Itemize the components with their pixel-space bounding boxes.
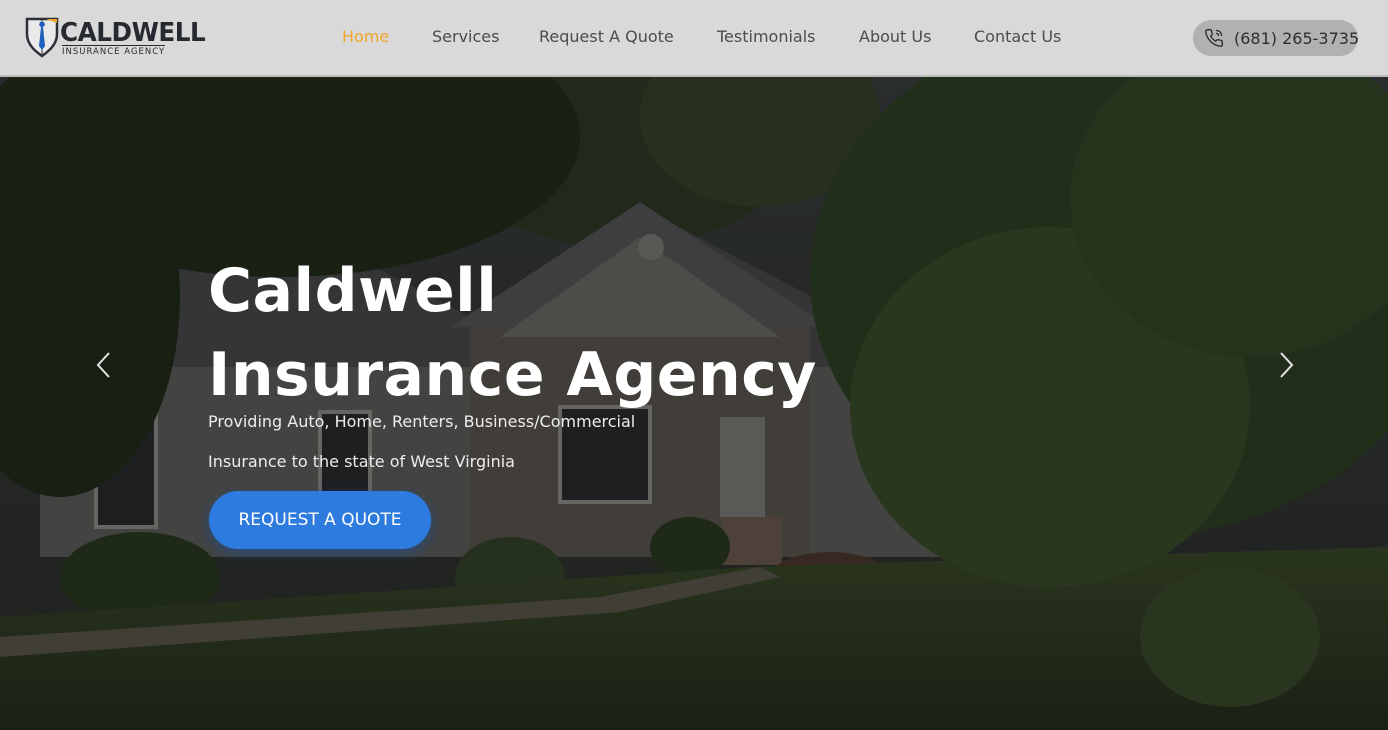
chevron-right-icon[interactable] bbox=[1276, 350, 1296, 380]
hero-subtitle-line-1: Providing Auto, Home, Renters, Business/… bbox=[208, 412, 636, 431]
chevron-left-icon[interactable] bbox=[94, 350, 114, 380]
nav-item-services[interactable]: Services bbox=[432, 27, 499, 46]
nav-item-contact-us[interactable]: Contact Us bbox=[974, 27, 1061, 46]
main-nav: Home Services Request A Quote Testimonia… bbox=[0, 0, 1388, 76]
nav-item-home[interactable]: Home bbox=[342, 27, 389, 46]
nav-item-testimonials[interactable]: Testimonials bbox=[717, 27, 816, 46]
hero-subtitle-line-2: Insurance to the state of West Virginia bbox=[208, 452, 515, 471]
hero-title-line-1: Caldwell bbox=[208, 256, 498, 326]
nav-item-request-a-quote[interactable]: Request A Quote bbox=[539, 27, 674, 46]
hero-section: Caldwell Insurance Agency Providing Auto… bbox=[0, 77, 1388, 730]
phone-icon bbox=[1204, 28, 1224, 48]
hero-title-line-2: Insurance Agency bbox=[208, 340, 817, 410]
phone-button[interactable]: (681) 265-3735 bbox=[1193, 20, 1360, 56]
nav-item-about-us[interactable]: About Us bbox=[859, 27, 931, 46]
request-a-quote-button[interactable]: REQUEST A QUOTE bbox=[209, 491, 431, 549]
hero-title: Caldwell Insurance Agency bbox=[208, 249, 817, 417]
site-header: CALDWELL INSURANCE AGENCY Home Services … bbox=[0, 0, 1388, 77]
phone-number: (681) 265-3735 bbox=[1234, 28, 1360, 48]
